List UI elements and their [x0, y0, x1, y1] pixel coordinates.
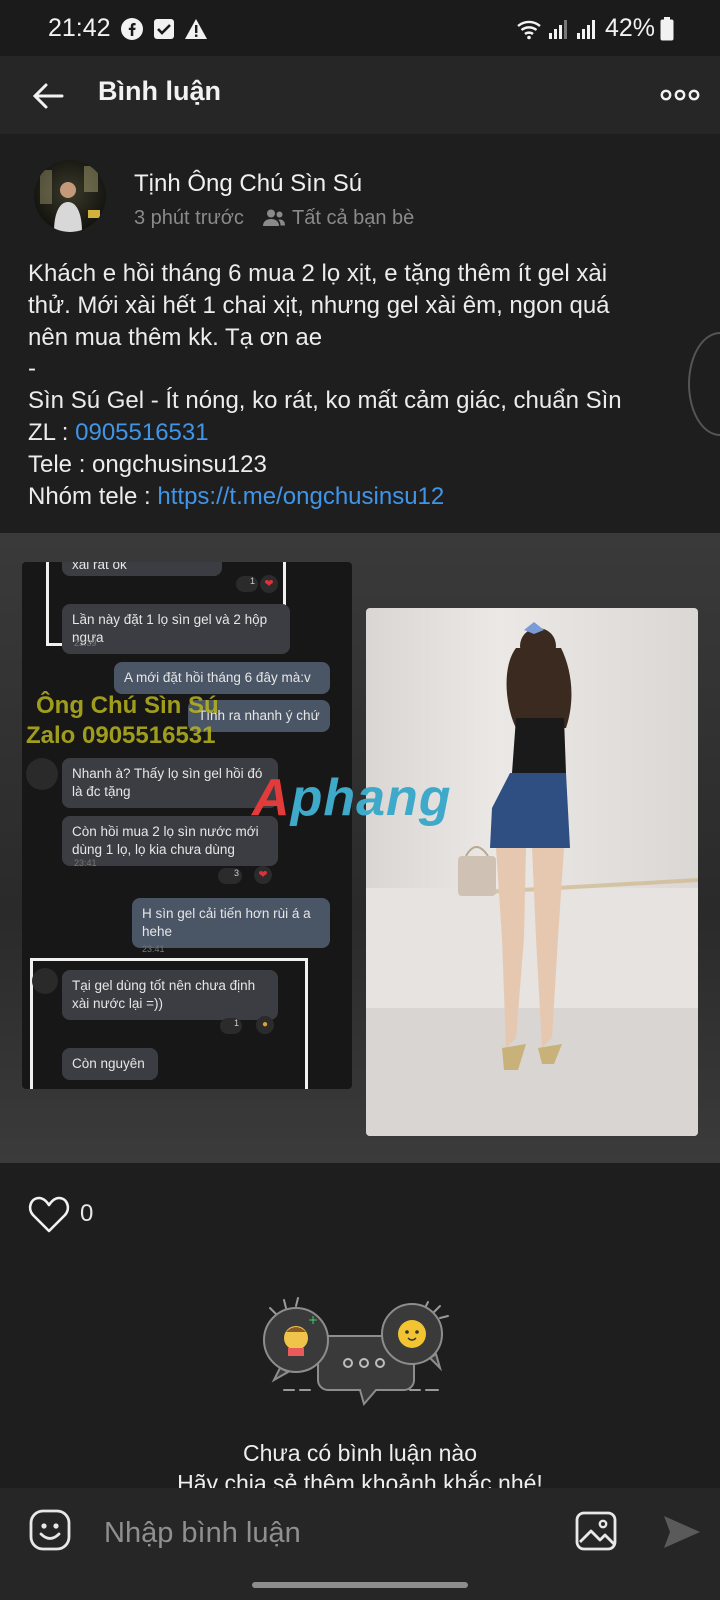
chat-time: 23:41 — [74, 858, 97, 868]
page-title: Bình luận — [98, 76, 221, 106]
battery-percent: 42% — [605, 14, 656, 42]
post-time: 3 phút trước — [134, 207, 244, 229]
reaction-count: 3 — [218, 868, 242, 884]
watermark-a: A — [252, 769, 291, 827]
tele-line: Tele : ongchusinsu123 — [28, 450, 267, 478]
telegram-link[interactable]: https://t.me/ongchusinsu12 — [157, 483, 444, 510]
laugh-reaction-icon: ● — [256, 1016, 274, 1034]
facebook-icon — [121, 18, 143, 40]
avatar[interactable] — [34, 160, 106, 232]
no-comments-illustration: + — [250, 1294, 470, 1418]
chat-time: 23:41 — [142, 944, 165, 954]
emoji-icon[interactable] — [28, 1508, 72, 1552]
heart-reaction-icon: ❤ — [260, 575, 278, 593]
svg-text:+: + — [308, 1313, 318, 1327]
author-name[interactable]: Tịnh Ông Chú Sìn Sú — [134, 170, 362, 198]
app-bar: Bình luận — [0, 56, 720, 134]
chat-watermark: Ông Chú Sìn Sú — [36, 692, 219, 719]
contact-avatar — [26, 758, 58, 790]
status-time: 21:42 — [48, 14, 111, 42]
heart-reaction-icon: ❤ — [254, 866, 272, 884]
chat-watermark: Zalo 0905516531 — [26, 722, 216, 749]
status-bar: 21:42 42% — [0, 0, 720, 56]
watermark-rest: phang — [290, 769, 452, 827]
friends-icon — [262, 207, 286, 229]
reaction-count: 1 — [220, 1018, 242, 1034]
post-text-line: Khách e hồi tháng 6 mua 2 lọ xịt, e tặng… — [28, 260, 608, 287]
audience-label[interactable]: Tất cả bạn bè — [292, 207, 414, 230]
battery-icon — [660, 17, 682, 41]
chat-bubble: H sìn gel cải tiến hơn rùi á a hehe — [132, 898, 330, 948]
checkbox-icon — [153, 18, 175, 40]
image-icon[interactable] — [574, 1510, 618, 1552]
chat-bubble: Tại gel dùng tốt nên chưa định xài nước … — [62, 970, 278, 1020]
comment-composer — [0, 1488, 720, 1600]
heart-icon[interactable] — [28, 1196, 70, 1234]
post-text-line: nên mua thêm kk. Tạ ơn ae — [28, 323, 323, 351]
comment-input[interactable] — [102, 1510, 546, 1556]
post-text-line: thử. Mới xài hết 1 chai xịt, nhưng gel x… — [28, 291, 610, 319]
chat-bubble: xài rất ok — [62, 562, 222, 576]
product-photo[interactable] — [366, 608, 698, 1136]
reaction-count: 1 — [236, 576, 258, 592]
home-indicator[interactable] — [252, 1582, 468, 1588]
zalo-line: ZL : 0905516531 — [28, 417, 698, 449]
back-arrow-icon[interactable] — [30, 76, 70, 116]
empty-state-title: Chưa có bình luận nào — [242, 1440, 478, 1466]
send-icon[interactable] — [660, 1510, 704, 1554]
post-text-line: Sìn Sú Gel - Ít nóng, ko rát, ko mất cảm… — [28, 387, 622, 415]
like-count: 0 — [80, 1200, 94, 1227]
signal-icon — [548, 18, 570, 40]
warning-icon — [184, 18, 207, 40]
wifi-icon — [516, 18, 541, 40]
phone-link[interactable]: 0905516531 — [75, 419, 208, 446]
group-line: Nhóm tele : https://t.me/ongchusinsu12 — [28, 481, 698, 513]
contact-avatar — [32, 968, 58, 994]
signal-icon — [576, 18, 598, 40]
more-icon[interactable] — [660, 84, 700, 106]
post-body: Khách e hồi tháng 6 mua 2 lọ xịt, e tặng… — [28, 258, 698, 512]
zalo-label: ZL : — [28, 418, 76, 446]
chat-bubble: Còn nguyên — [62, 1048, 158, 1080]
chat-time: 23:39 — [74, 638, 97, 648]
group-label: Nhóm tele : — [28, 482, 158, 510]
chat-bubble: A mới đặt hồi tháng 6 đây mà:v — [114, 662, 330, 694]
photo-watermark: Aphang — [252, 768, 452, 828]
chat-bubble: Nhanh à? Thấy lọ sìn gel hồi đó là đc tặ… — [62, 758, 278, 808]
post-text-line: - — [28, 355, 36, 383]
